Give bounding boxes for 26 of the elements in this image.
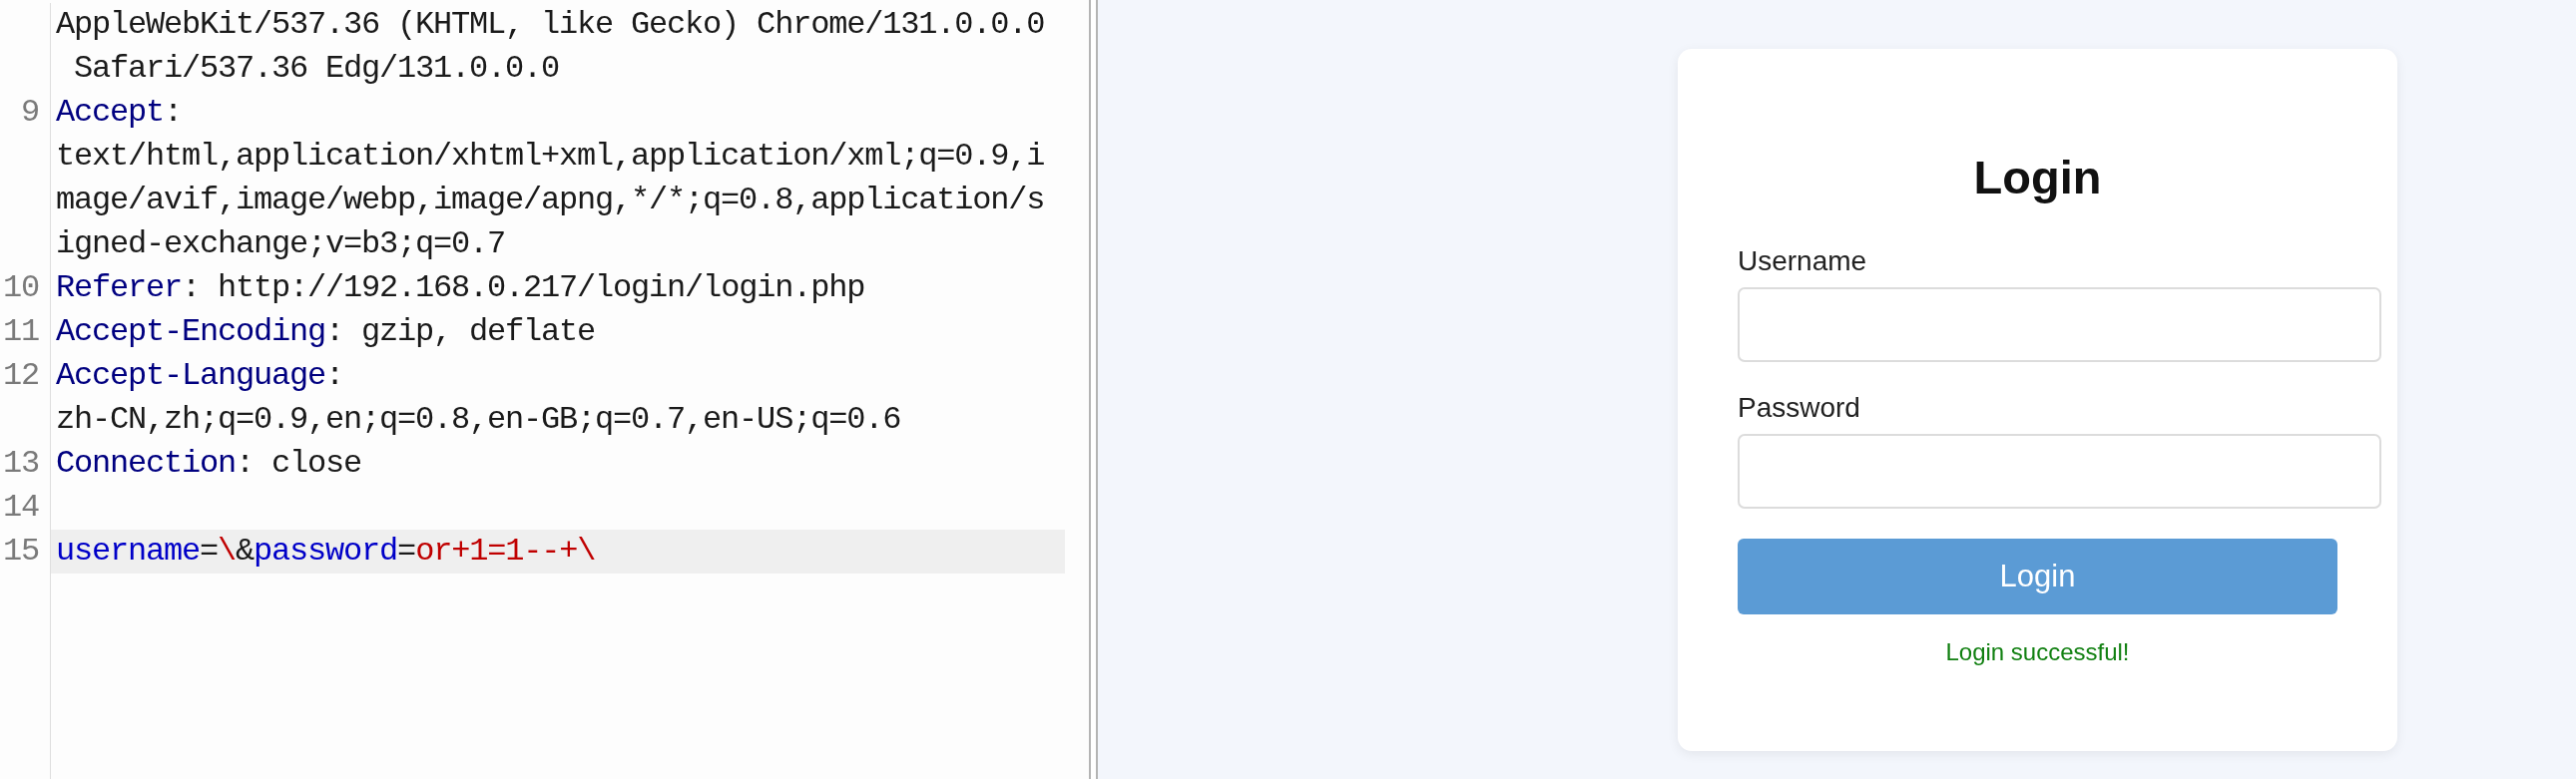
code-line: username=\&password=or+1=1--+\ (56, 533, 596, 570)
code-line: mage/avif,image/webp,image/apng,*/*;q=0.8,application/s (56, 182, 1045, 218)
field-label: Username (1738, 245, 1867, 277)
line-number: 11 (3, 312, 39, 352)
code-line: Connection: close (56, 445, 362, 482)
code-line: Accept-Language: (56, 357, 344, 394)
login-button[interactable]: Login (1738, 539, 2337, 614)
code-line: Safari/537.36 Edg/131.0.0.0 (73, 50, 560, 87)
code-line: igned-exchange;v=b3;q=0.7 (56, 225, 506, 262)
code-line: Accept-Encoding: gzip, deflate (56, 313, 596, 350)
code-line: zh-CN,zh;q=0.9,en;q=0.8,en-GB;q=0.7,en-US;q=0.6 (56, 401, 901, 438)
form-title: Login (1973, 150, 2102, 205)
code-line: text/html,application/xhtml+xml,application/xml;q=0.9,i (56, 138, 1045, 175)
line-number: 10 (3, 268, 39, 308)
line-number: 15 (3, 532, 39, 572)
line-number: 13 (3, 444, 39, 484)
input-field[interactable] (1738, 434, 2381, 509)
line-number: 12 (3, 356, 39, 396)
code-line: Accept: (56, 94, 183, 131)
input-field[interactable] (1738, 287, 2381, 362)
code-line: AppleWebKit/537.36 (KHTML, like Gecko) Chrome/131.0.0.0 (56, 6, 1045, 43)
code-line: Referer: http://192.168.0.217/login/login.php (56, 269, 865, 306)
line-number: 14 (3, 488, 39, 528)
field-label: Password (1738, 392, 1860, 424)
line-number: 9 (21, 93, 39, 133)
status-message: Login successful! (1945, 638, 2130, 666)
